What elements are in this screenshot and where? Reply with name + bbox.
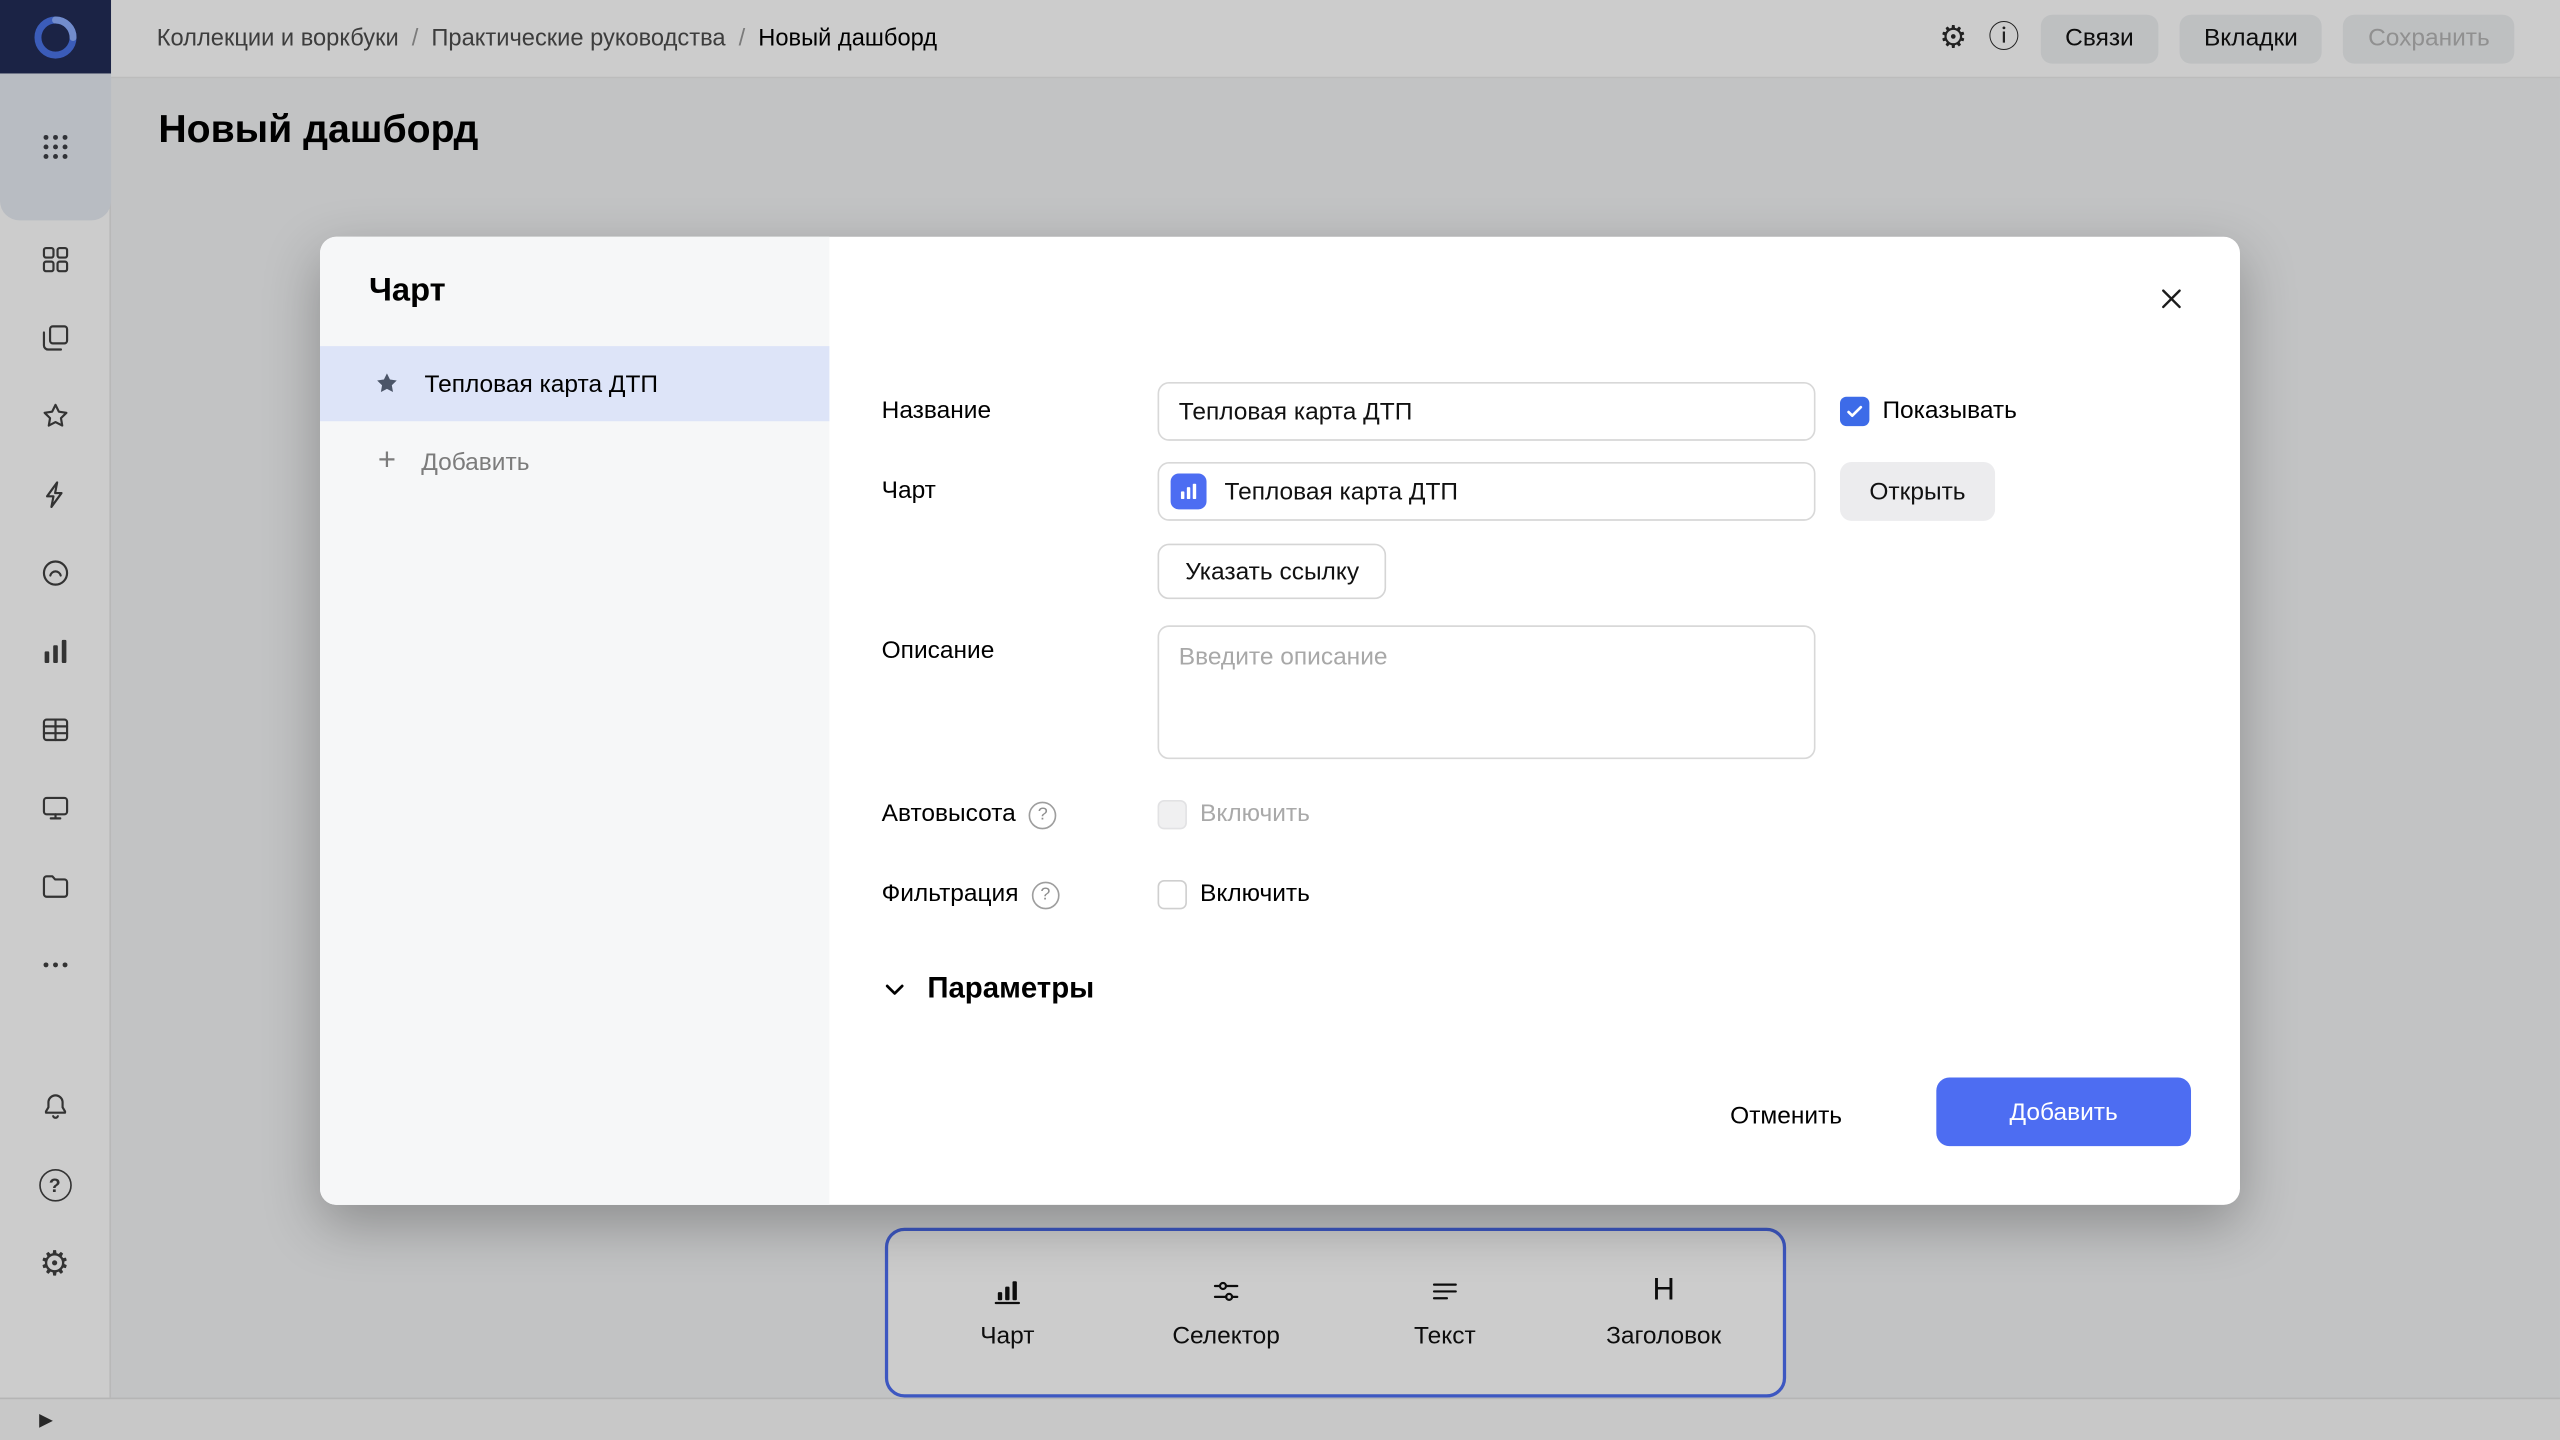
dialog-panel-title: Чарт: [369, 273, 446, 311]
name-input[interactable]: [1158, 382, 1816, 441]
plus-icon: +: [372, 447, 401, 476]
star-icon: [372, 369, 401, 398]
add-chart-dialog: Чарт Тепловая карта ДТП + Добавить: [320, 237, 2240, 1205]
params-label: Параметры: [927, 971, 1094, 1005]
app-root: ? ⚙ Коллекции и воркбуки / Практические …: [0, 0, 2560, 1440]
params-section-toggle[interactable]: Параметры: [878, 971, 1094, 1005]
filtering-help-icon[interactable]: ?: [1032, 881, 1060, 909]
description-textarea[interactable]: [1158, 625, 1816, 759]
add-item-button[interactable]: + Добавить: [320, 436, 529, 488]
submit-add-button[interactable]: Добавить: [1936, 1078, 2191, 1147]
autoheight-enable-label: Включить: [1200, 798, 1310, 831]
add-item-label: Добавить: [421, 448, 529, 476]
name-label: Название: [882, 395, 991, 428]
filtering-checkbox[interactable]: [1158, 880, 1187, 909]
open-button[interactable]: Открыть: [1840, 462, 1995, 521]
dialog-form: Название Показывать Чарт Открыть Указа: [829, 237, 2240, 1205]
filtering-enable-label: Включить: [1200, 878, 1310, 911]
filtering-label: Фильтрация ?: [882, 878, 1060, 911]
show-checkbox[interactable]: [1840, 397, 1869, 426]
autoheight-label-text: Автовысота: [882, 798, 1016, 831]
cancel-button[interactable]: Отменить: [1688, 1086, 1884, 1145]
dialog-side-panel: Чарт Тепловая карта ДТП + Добавить: [320, 237, 829, 1205]
filtering-label-text: Фильтрация: [882, 878, 1019, 911]
chart-label: Чарт: [882, 475, 936, 508]
close-icon[interactable]: [2152, 279, 2191, 318]
chart-input[interactable]: [1158, 462, 1816, 521]
description-label: Описание: [882, 635, 995, 668]
autoheight-label: Автовысота ?: [882, 798, 1057, 831]
list-item-selected-chart[interactable]: Тепловая карта ДТП: [320, 346, 829, 421]
show-label: Показывать: [1882, 395, 2016, 428]
set-link-button[interactable]: Указать ссылку: [1158, 544, 1387, 600]
list-item-label: Тепловая карта ДТП: [424, 370, 658, 398]
autoheight-help-icon[interactable]: ?: [1029, 801, 1057, 829]
autoheight-checkbox[interactable]: [1158, 800, 1187, 829]
chevron-down-icon: [878, 972, 911, 1005]
